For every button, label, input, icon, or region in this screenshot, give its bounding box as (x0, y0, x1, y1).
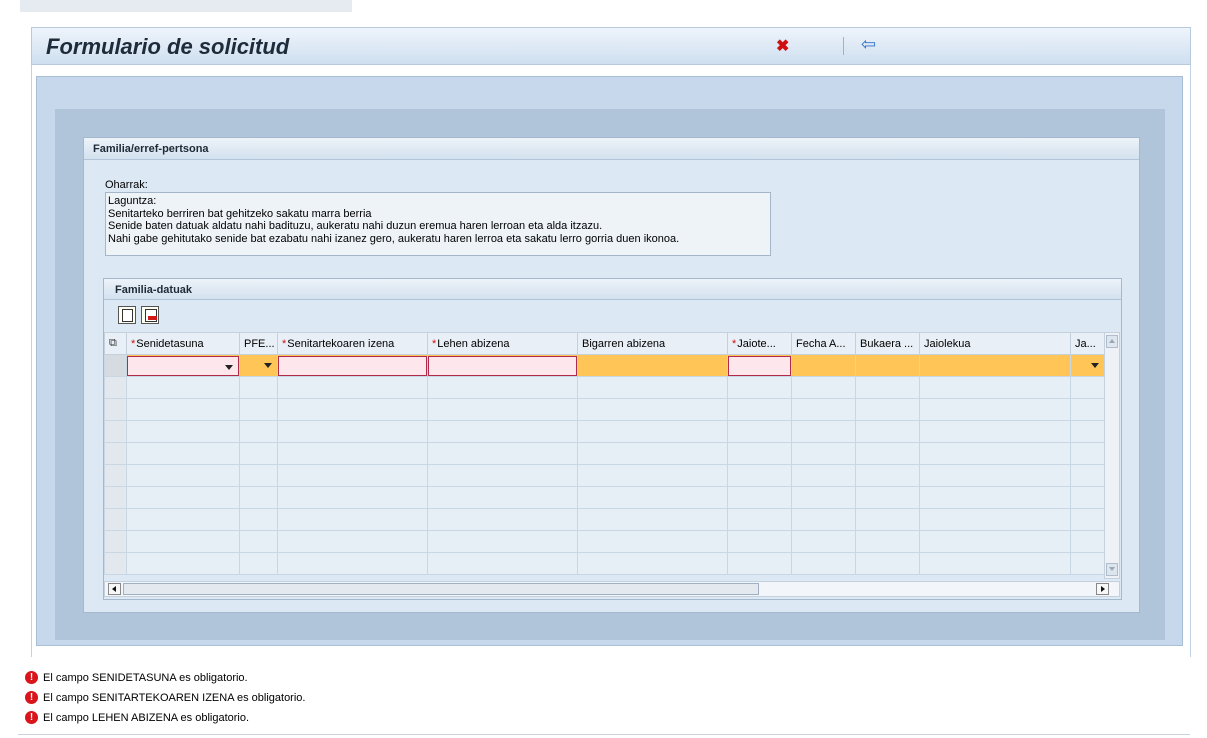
family-data-header: Familia-datuak (104, 279, 1121, 300)
column-header[interactable]: *Senidetasuna (126, 332, 240, 355)
top-strip (20, 0, 352, 12)
column-header[interactable]: *Jaiote... (727, 332, 792, 355)
ja-cell[interactable] (1070, 354, 1105, 377)
table-header-row: ⧉ *Senidetasuna PFE... *Senitartekoaren … (104, 332, 1105, 355)
error-icon: ! (25, 671, 38, 684)
vertical-scrollbar[interactable] (1104, 332, 1120, 579)
footer-divider (18, 734, 1190, 735)
table-row[interactable] (104, 486, 1105, 509)
chevron-down-icon[interactable] (1091, 363, 1099, 368)
delete-row-icon[interactable] (141, 306, 159, 324)
family-data-title: Familia-datuak (115, 284, 193, 296)
error-icon: ! (25, 691, 38, 704)
select-all-header[interactable]: ⧉ (104, 332, 127, 355)
new-row-icon[interactable] (118, 306, 136, 324)
scroll-thumb[interactable] (123, 583, 759, 595)
scroll-left-icon[interactable] (108, 583, 121, 595)
column-header[interactable]: *Senitartekoaren izena (277, 332, 428, 355)
senidetasuna-cell[interactable] (126, 354, 240, 377)
jaiotze-cell[interactable] (727, 354, 792, 377)
bukaera-cell[interactable] (855, 354, 920, 377)
back-arrow-icon[interactable]: ⇦ (861, 34, 876, 55)
column-header[interactable]: Bukaera ... (855, 332, 920, 355)
title-bar: Formulario de solicitud ✖ ⇦ (31, 27, 1191, 65)
column-header[interactable]: PFE... (239, 332, 278, 355)
table-row[interactable] (104, 530, 1105, 553)
scroll-down-icon[interactable] (1106, 563, 1118, 576)
family-panel-header: Familia/erref-pertsona (84, 138, 1139, 160)
bigarren-abizena-cell[interactable] (577, 354, 728, 377)
table-row[interactable] (104, 376, 1105, 399)
table-row[interactable] (104, 420, 1105, 443)
pfe-cell[interactable] (239, 354, 278, 377)
table-row[interactable] (104, 354, 1105, 377)
column-header[interactable]: Jaiolekua (919, 332, 1071, 355)
izena-input[interactable] (278, 355, 427, 376)
toolbar-separator (843, 37, 844, 55)
table-row[interactable] (104, 552, 1105, 575)
row-selector[interactable] (104, 354, 127, 377)
table-row[interactable] (104, 442, 1105, 465)
table-row[interactable] (104, 398, 1105, 421)
column-header[interactable]: Bigarren abizena (577, 332, 728, 355)
scroll-right-icon[interactable] (1096, 583, 1109, 595)
chevron-down-icon[interactable] (225, 364, 233, 370)
error-icon: ! (25, 711, 38, 724)
family-data-table: ⧉ *Senidetasuna PFE... *Senitartekoaren … (104, 332, 1105, 575)
scroll-up-icon[interactable] (1106, 335, 1118, 348)
table-row[interactable] (104, 464, 1105, 487)
notes-box: Laguntza: Senitarteko berriren bat gehit… (105, 192, 771, 256)
family-panel-title: Familia/erref-pertsona (93, 143, 209, 155)
notes-line: Laguntza: (108, 195, 157, 207)
izena-cell[interactable] (277, 354, 428, 377)
notes-line: Senide baten datuak aldatu nahi badituzu… (108, 220, 603, 232)
fecha-cell[interactable] (791, 354, 856, 377)
jaiotze-input[interactable] (728, 355, 791, 376)
lehen-abizena-input[interactable] (428, 355, 577, 376)
column-header[interactable]: Fecha A... (791, 332, 856, 355)
chevron-down-icon[interactable] (264, 363, 272, 368)
senidetasuna-select[interactable] (127, 355, 239, 376)
notes-line: Nahi gabe gehitutako senide bat ezabatu … (108, 232, 680, 245)
page-title: Formulario de solicitud (46, 34, 290, 59)
table-row[interactable] (104, 508, 1105, 531)
jaiolekua-cell[interactable] (919, 354, 1071, 377)
notes-label: Oharrak: (105, 179, 148, 191)
notes-line: Senitarteko berriren bat gehitzeko sakat… (108, 207, 372, 220)
select-all-icon[interactable]: ⧉ (109, 337, 117, 350)
horizontal-scrollbar[interactable] (104, 581, 1120, 597)
column-header[interactable]: *Lehen abizena (427, 332, 578, 355)
lehen-abizena-cell[interactable] (427, 354, 578, 377)
column-header[interactable]: Ja... (1070, 332, 1105, 355)
cancel-icon[interactable]: ✖ (776, 36, 789, 56)
